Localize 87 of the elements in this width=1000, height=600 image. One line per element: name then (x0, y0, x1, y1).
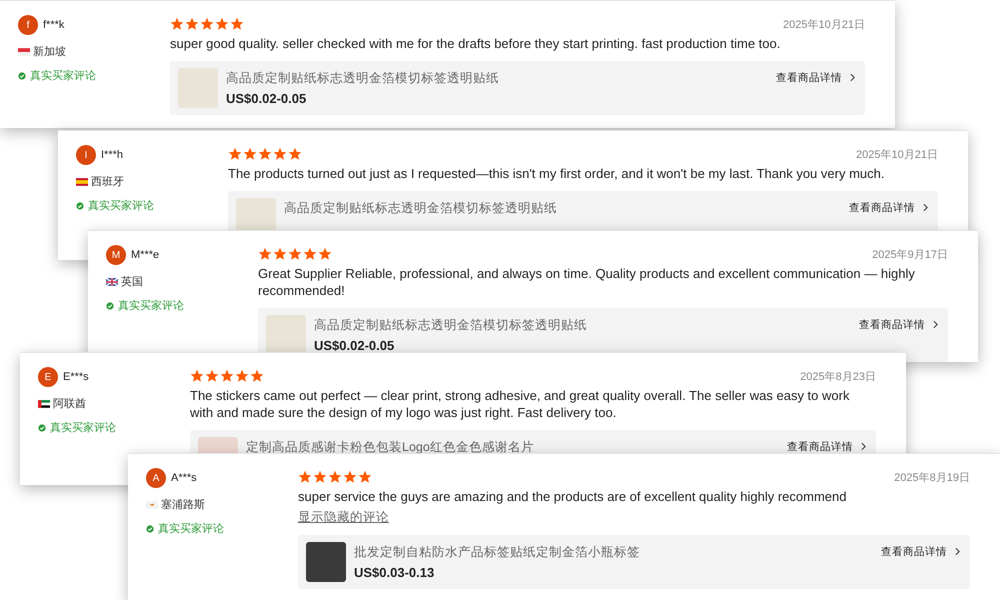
review-text: Great Supplier Reliable, professional, and always on time. Quality products and excellent communication — highly recommended! (258, 265, 916, 299)
verified-buyer-label: 真实买家评论 (88, 198, 154, 213)
view-details-link[interactable]: 查看商品详情 (776, 68, 842, 85)
review-text: super good quality. seller checked with me for the drafts before they start printing. fast production time too. (170, 35, 782, 52)
flag-icon (18, 48, 30, 56)
verified-check-icon (106, 302, 114, 310)
verified-buyer-label: 真实买家评论 (118, 298, 184, 313)
product-title: 高品质定制贴纸标志透明金箔模切标签透明贴纸 (284, 200, 558, 217)
country-name: 阿联酋 (53, 397, 86, 411)
view-details-link[interactable]: 查看商品详情 (849, 198, 915, 215)
flag-icon (106, 278, 118, 286)
star-icon (250, 369, 264, 383)
verified-check-icon (18, 72, 26, 80)
product-title: 定制高品质感谢卡粉色包装Logo红色金色感谢名片 (246, 439, 535, 456)
flag-icon (146, 500, 158, 508)
review-date: 2025年10月21日 (783, 18, 865, 32)
review-date: 2025年8月23日 (800, 370, 876, 384)
star-icon (230, 17, 244, 31)
star-icon (273, 147, 287, 161)
photo-placeholder (306, 542, 346, 582)
avatar: f (18, 15, 38, 35)
product-price: US$0.02-0.05 (314, 338, 396, 353)
photo-placeholder (178, 68, 218, 108)
country-name: 新加坡 (33, 44, 66, 59)
star-icon (358, 470, 372, 484)
review-date: 2025年9月17日 (872, 248, 948, 262)
show-hidden-review-link[interactable]: 显示隐藏的评论 (298, 509, 389, 526)
star-icon (318, 247, 332, 261)
review-text: super service the guys are amazing and the products are of excellent quality highly recommend (298, 488, 848, 505)
photo-placeholder (266, 315, 306, 355)
reviewer-name: I***h (101, 149, 124, 161)
verified-check-icon (76, 202, 84, 210)
star-icon (228, 147, 242, 161)
reviewer-name: f***k (43, 19, 64, 31)
view-details-link[interactable]: 查看商品详情 (787, 437, 853, 454)
star-icon (243, 147, 257, 161)
review-date: 2025年8月19日 (894, 470, 970, 484)
product-price: US$0.02-0.05 (226, 91, 308, 106)
star-icon (298, 470, 312, 484)
review-text: The stickers came out perfect — clear print, strong adhesive, and great quality overall. The seller was easy to work with and made sure the design of my logo was just right. Fast delivery too. (190, 387, 850, 421)
chevron-right-icon (955, 547, 960, 556)
verified-check-icon (38, 424, 46, 432)
star-icon (185, 17, 199, 31)
star-icon (273, 247, 287, 261)
star-icon (215, 17, 229, 31)
star-icon (258, 247, 272, 261)
star-icon (220, 369, 234, 383)
reviewer-name: E***s (63, 371, 89, 383)
reviewer-name: M***e (131, 249, 160, 261)
star-icon (313, 470, 327, 484)
star-icon (288, 247, 302, 261)
avatar: E (38, 367, 58, 387)
reviewer-name: A***s (171, 472, 197, 484)
star-icon (205, 369, 219, 383)
verified-buyer-label: 真实买家评论 (50, 420, 116, 435)
star-icon (288, 147, 302, 161)
star-icon (303, 247, 317, 261)
product-title: 高品质定制贴纸标志透明金箔模切标签透明贴纸 (314, 317, 588, 334)
avatar: A (146, 468, 166, 488)
view-details-link[interactable]: 查看商品详情 (859, 315, 925, 332)
verified-buyer-label: 真实买家评论 (30, 68, 96, 83)
flag-icon (38, 400, 50, 408)
country-name: 西班牙 (91, 175, 124, 189)
product-title: 高品质定制贴纸标志透明金箔模切标签透明贴纸 (226, 70, 500, 87)
view-details-link[interactable]: 查看商品详情 (881, 542, 947, 559)
flag-icon (76, 178, 88, 186)
avatar: M (106, 245, 126, 265)
verified-buyer-label: 真实买家评论 (158, 522, 224, 536)
star-icon (258, 147, 272, 161)
review-text: The products turned out just as I requested—this isn't my first order, and it won't be my last. Thank you very much. (228, 165, 886, 182)
product-price: US$0.03-0.13 (354, 565, 436, 580)
chevron-right-icon (850, 73, 855, 82)
star-icon (328, 470, 342, 484)
country-name: 英国 (121, 275, 143, 289)
product-title: 批发定制自粘防水产品标签贴纸定制金箔小瓶标签 (354, 544, 641, 561)
chevron-right-icon (933, 320, 938, 329)
chevron-right-icon (861, 442, 866, 451)
star-icon (200, 17, 214, 31)
star-icon (170, 17, 184, 31)
star-icon (190, 369, 204, 383)
country-name: 塞浦路斯 (161, 498, 205, 512)
verified-check-icon (146, 524, 154, 532)
star-icon (235, 369, 249, 383)
avatar: I (76, 145, 96, 165)
chevron-right-icon (923, 203, 928, 212)
star-icon (343, 470, 357, 484)
review-date: 2025年10月21日 (856, 148, 938, 162)
